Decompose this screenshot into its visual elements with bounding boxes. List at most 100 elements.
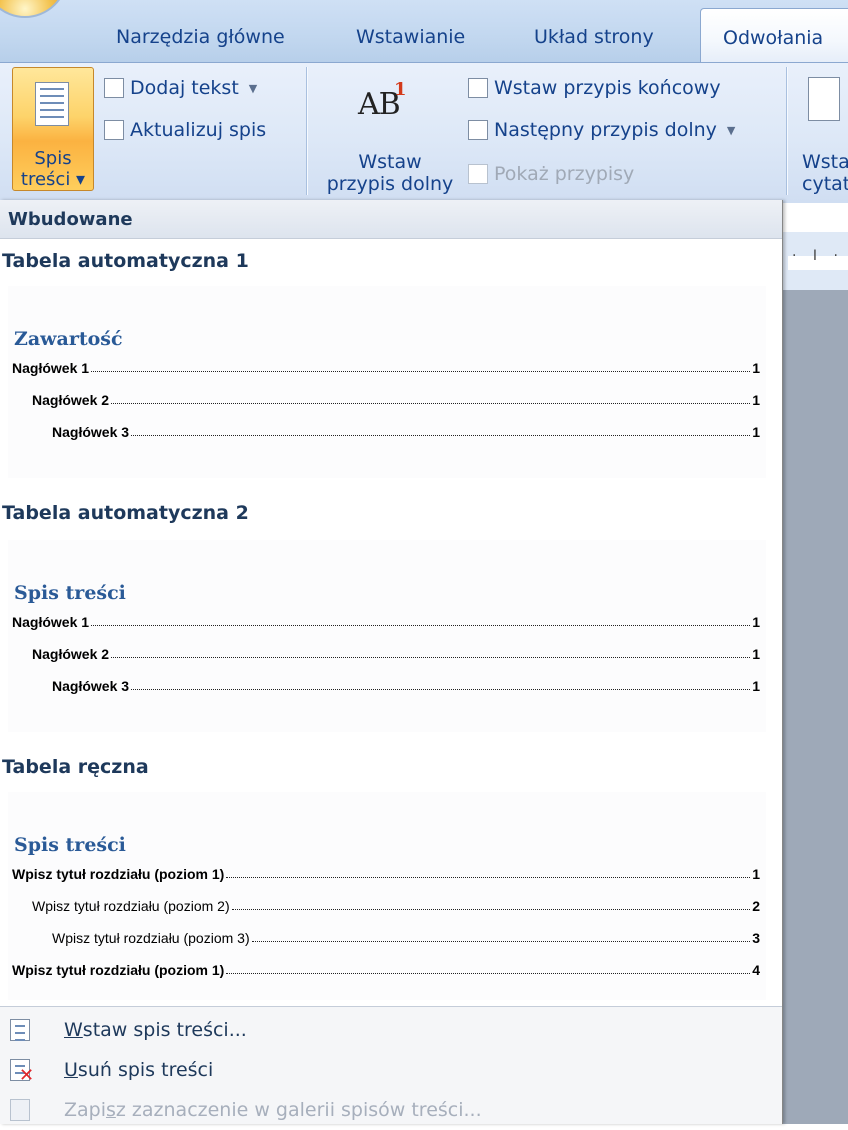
mnemonic-letter: U bbox=[64, 1059, 78, 1081]
mnemonic-letter: s bbox=[106, 1099, 116, 1121]
tab-home[interactable]: Narzędzia główne bbox=[116, 8, 285, 62]
office-logo-icon[interactable] bbox=[0, 0, 68, 18]
footnote-icon-superscript: 1 bbox=[394, 79, 407, 100]
toc-row-page: 4 bbox=[752, 962, 760, 978]
toc-button-label: Spis treści ▾ bbox=[13, 148, 93, 190]
add-text-icon bbox=[104, 78, 124, 98]
menu-label-text: Zapi bbox=[64, 1099, 106, 1121]
update-table-icon bbox=[104, 120, 124, 140]
toc-gallery-dropdown: Wbudowane Tabela automatyczna 1 Zawartoś… bbox=[0, 200, 783, 1124]
menu-label-text: suń spis treści bbox=[77, 1059, 214, 1081]
toc-preview-row: Nagłówek 2 1 bbox=[32, 392, 760, 408]
gallery-section-header: Wbudowane bbox=[0, 200, 782, 239]
gallery-item-automatic-2[interactable]: Spis treści Nagłówek 1 1 Nagłówek 2 1 Nagł… bbox=[8, 540, 766, 732]
chevron-down-icon: ▼ bbox=[726, 123, 736, 137]
update-toc-button[interactable]: Aktualizuj spis bbox=[104, 119, 266, 141]
insert-toc-menu-item[interactable]: Wstaw spis treści... bbox=[0, 1010, 782, 1050]
show-notes-icon bbox=[468, 164, 488, 184]
insert-endnote-label: Wstaw przypis końcowy bbox=[494, 77, 721, 99]
remove-toc-menu-item[interactable]: ✕ Usuń spis treści bbox=[0, 1050, 782, 1090]
toc-row-page: 1 bbox=[752, 424, 760, 440]
toc-row-label: Nagłówek 3 bbox=[52, 678, 130, 694]
toc-preview-row: Nagłówek 1 1 bbox=[12, 614, 760, 630]
gallery-item-title: Tabela ręczna bbox=[2, 756, 149, 778]
add-text-label: Dodaj tekst bbox=[130, 77, 239, 99]
citation-label-line2: cytat bbox=[802, 173, 848, 195]
toc-row-page: 1 bbox=[752, 866, 760, 882]
gallery-item-automatic-1[interactable]: Zawartość Nagłówek 1 1 Nagłówek 2 1 Nagłów… bbox=[8, 286, 766, 478]
next-footnote-button[interactable]: Następny przypis dolny ▼ bbox=[468, 119, 735, 141]
table-of-contents-button[interactable]: Spis treści ▾ bbox=[12, 67, 94, 191]
save-selection-label: Zapisz zaznaczenie w galerii spisów treś… bbox=[64, 1099, 482, 1121]
show-notes-label: Pokaż przypisy bbox=[494, 163, 635, 185]
toc-row-label: Nagłówek 2 bbox=[32, 392, 110, 408]
toc-preview-row: Wpisz tytuł rozdziału (poziom 3) 3 bbox=[52, 930, 760, 946]
toc-preview-row: Nagłówek 2 1 bbox=[32, 646, 760, 662]
gallery-item-title: Tabela automatyczna 1 bbox=[2, 250, 249, 272]
toc-preview-row: Wpisz tytuł rozdziału (poziom 2) 2 bbox=[32, 898, 760, 914]
next-footnote-icon bbox=[468, 120, 488, 140]
endnote-icon bbox=[468, 78, 488, 98]
toc-preview-heading: Spis treści bbox=[14, 582, 126, 604]
document-background bbox=[782, 290, 848, 1124]
toc-row-page: 2 bbox=[752, 898, 760, 914]
citation-icon bbox=[808, 77, 840, 121]
toc-preview-row: Nagłówek 3 1 bbox=[52, 678, 760, 694]
mnemonic-letter: W bbox=[64, 1019, 83, 1041]
toc-preview-row: Wpisz tytuł rozdziału (poziom 1) 4 bbox=[12, 962, 760, 978]
save-to-gallery-icon bbox=[10, 1099, 30, 1121]
menu-label-text: z zaznaczenie w galerii spisów treści... bbox=[115, 1099, 482, 1121]
footnote-label-line2: przypis dolny bbox=[326, 173, 454, 195]
tab-insert[interactable]: Wstawianie bbox=[356, 8, 465, 62]
group-separator bbox=[786, 67, 787, 195]
insert-citation-button[interactable]: Wsta cytat bbox=[796, 67, 848, 195]
toc-row-label: Nagłówek 1 bbox=[12, 360, 90, 376]
toc-row-label: Wpisz tytuł rozdziału (poziom 3) bbox=[52, 930, 250, 946]
group-separator bbox=[306, 67, 307, 195]
ribbon-body: Spis treści ▾ Dodaj tekst ▼ Aktualizuj s… bbox=[0, 62, 848, 203]
toc-preview-row: Nagłówek 1 1 bbox=[12, 360, 760, 376]
insert-toc-label: Wstaw spis treści... bbox=[64, 1019, 247, 1041]
toc-row-page: 1 bbox=[752, 360, 760, 376]
toc-preview-heading: Spis treści bbox=[14, 834, 126, 856]
insert-citation-label: Wsta cytat bbox=[802, 151, 848, 195]
save-selection-to-gallery-menu-item[interactable]: Zapisz zaznaczenie w galerii spisów treś… bbox=[0, 1090, 782, 1130]
update-toc-label: Aktualizuj spis bbox=[130, 119, 267, 141]
gallery-item-manual[interactable]: Spis treści Wpisz tytuł rozdziału (pozio… bbox=[8, 792, 766, 1000]
remove-toc-label: Usuń spis treści bbox=[64, 1059, 213, 1081]
remove-toc-icon: ✕ bbox=[10, 1059, 34, 1085]
toc-row-label: Wpisz tytuł rozdziału (poziom 1) bbox=[12, 962, 225, 978]
horizontal-ruler: · I · bbox=[782, 232, 848, 291]
toc-row-page: 1 bbox=[752, 392, 760, 408]
insert-footnote-label: Wstaw przypis dolny bbox=[320, 151, 460, 195]
tab-references[interactable]: Odwołania bbox=[700, 8, 848, 62]
ribbon-tab-strip: Narzędzia główne Wstawianie Układ strony… bbox=[0, 0, 848, 62]
show-notes-button[interactable]: Pokaż przypisy bbox=[468, 163, 634, 185]
ruler-ticks: · I · bbox=[792, 248, 844, 264]
gallery-item-title: Tabela automatyczna 2 bbox=[2, 502, 249, 524]
toc-preview-heading: Zawartość bbox=[14, 328, 123, 350]
footnote-label-line1: Wstaw bbox=[358, 151, 422, 173]
toc-preview-row: Nagłówek 3 1 bbox=[52, 424, 760, 440]
toc-row-label: Nagłówek 2 bbox=[32, 646, 110, 662]
insert-footnote-button[interactable]: AB 1 Wstaw przypis dolny bbox=[320, 67, 460, 195]
document-lines-icon bbox=[10, 1019, 30, 1041]
gallery-section-title: Wbudowane bbox=[8, 209, 133, 230]
citation-label-line1: Wsta bbox=[802, 151, 848, 173]
toc-row-label: Nagłówek 3 bbox=[52, 424, 130, 440]
toc-label-line2: treści ▾ bbox=[20, 169, 86, 190]
toc-preview-row: Wpisz tytuł rozdziału (poziom 1) 1 bbox=[12, 866, 760, 882]
toc-row-page: 1 bbox=[752, 678, 760, 694]
add-text-button[interactable]: Dodaj tekst ▼ bbox=[104, 77, 257, 99]
tab-page-layout[interactable]: Układ strony bbox=[534, 8, 654, 62]
toc-row-page: 3 bbox=[752, 930, 760, 946]
next-footnote-label: Następny przypis dolny bbox=[494, 119, 717, 141]
menu-label-text: staw spis treści... bbox=[82, 1019, 247, 1041]
insert-endnote-button[interactable]: Wstaw przypis końcowy bbox=[468, 77, 721, 99]
toc-row-page: 1 bbox=[752, 646, 760, 662]
toc-label-line1: Spis bbox=[34, 148, 72, 169]
document-lines-icon bbox=[35, 82, 69, 126]
toc-row-label: Wpisz tytuł rozdziału (poziom 2) bbox=[32, 898, 230, 914]
toc-row-label: Nagłówek 1 bbox=[12, 614, 90, 630]
chevron-down-icon: ▼ bbox=[248, 81, 258, 95]
